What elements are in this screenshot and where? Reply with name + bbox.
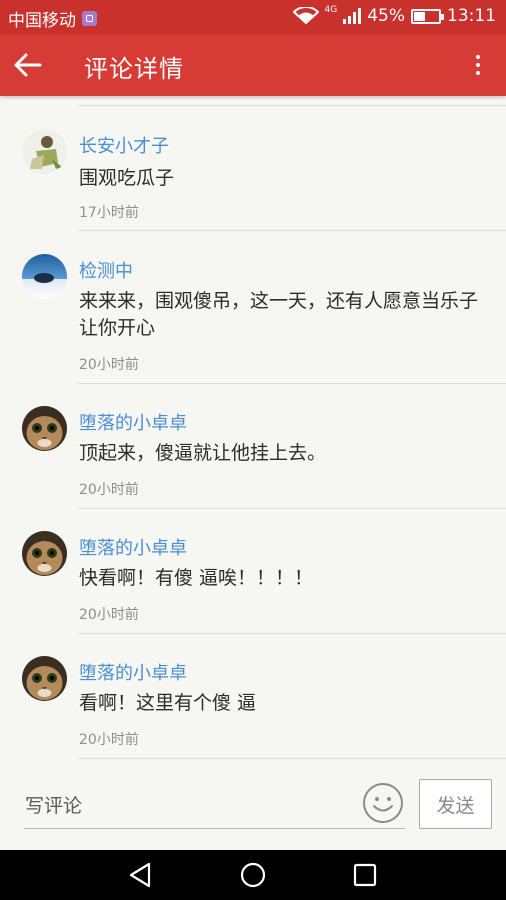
avatar-cat	[22, 656, 67, 701]
comment-input[interactable]: 写评论	[25, 791, 82, 818]
comment-item: 堕落的小卓卓 快看啊！有傻 逼唉！！！！ 20小时前	[0, 509, 506, 634]
comment-list[interactable]: 长安小才子 围观吃瓜子 17小时前 检测中 来来来，围观傻吊，这一天，还有人愿意…	[0, 96, 506, 760]
comment-divider	[78, 758, 506, 759]
battery-fill	[414, 11, 425, 21]
avatar[interactable]	[22, 531, 67, 576]
arrow-left-icon[interactable]	[10, 47, 46, 83]
avatar-cartoon-figure	[22, 129, 67, 174]
battery-percent: 45%	[367, 6, 405, 26]
avatar[interactable]	[22, 129, 67, 174]
send-button[interactable]: 发送	[419, 779, 492, 829]
avatar-cat	[22, 531, 67, 576]
comment-time: 20小时前	[79, 732, 139, 748]
notification-app-icon	[82, 11, 97, 26]
comment-text: 看啊！这里有个傻 逼	[79, 692, 257, 714]
avatar[interactable]	[22, 254, 67, 299]
comment-text: 快看啊！有傻 逼唉！！！！	[79, 567, 314, 589]
comment-item: 堕落的小卓卓 顶起来，傻逼就让他挂上去。 20小时前	[0, 384, 506, 509]
avatar-snowy-tree	[22, 254, 67, 299]
comment-item: 长安小才子 围观吃瓜子 17小时前	[0, 96, 506, 231]
avatar[interactable]	[22, 656, 67, 701]
status-bar: 中国移动 4G 45% 13:11	[0, 0, 506, 34]
comment-username[interactable]: 检测中	[79, 257, 133, 283]
avatar-cat	[22, 406, 67, 451]
comment-time: 20小时前	[79, 357, 139, 373]
comment-text: 来来来，围观傻吊，这一天，还有人愿意当乐子让你开心	[79, 290, 479, 339]
status-right: 4G 45% 13:11	[292, 5, 496, 26]
more-vertical-icon[interactable]	[466, 53, 490, 77]
signal-icon	[343, 8, 362, 24]
input-underline	[24, 828, 405, 829]
comment-text: 围观吃瓜子	[79, 167, 175, 189]
recents-square-icon[interactable]	[350, 860, 380, 890]
comment-time: 17小时前	[79, 205, 139, 221]
back-triangle-icon[interactable]	[126, 860, 156, 890]
comment-input-bar: 写评论 发送	[0, 760, 506, 850]
clock: 13:11	[447, 6, 496, 26]
smiley-icon[interactable]	[362, 782, 404, 824]
system-nav-bar	[0, 850, 506, 900]
comment-item: 检测中 来来来，围观傻吊，这一天，还有人愿意当乐子让你开心 20小时前	[0, 231, 506, 384]
home-circle-icon[interactable]	[238, 860, 268, 890]
comment-username[interactable]: 堕落的小卓卓	[79, 659, 187, 685]
app-toolbar: 评论详情	[0, 34, 506, 96]
comment-time: 20小时前	[79, 482, 139, 498]
comment-item: 堕落的小卓卓 看啊！这里有个傻 逼 20小时前	[0, 634, 506, 759]
comment-username[interactable]: 堕落的小卓卓	[79, 409, 187, 435]
status-left: 中国移动	[8, 6, 97, 31]
page-title: 评论详情	[84, 55, 184, 83]
battery-icon	[411, 8, 444, 24]
comment-username[interactable]: 堕落的小卓卓	[79, 534, 187, 560]
network-type: 4G	[324, 5, 338, 15]
carrier-name: 中国移动	[8, 11, 76, 31]
comment-time: 20小时前	[79, 607, 139, 623]
comment-username[interactable]: 长安小才子	[79, 132, 169, 158]
avatar[interactable]	[22, 406, 67, 451]
wifi-icon	[292, 7, 319, 25]
comment-text: 顶起来，傻逼就让他挂上去。	[79, 442, 327, 464]
